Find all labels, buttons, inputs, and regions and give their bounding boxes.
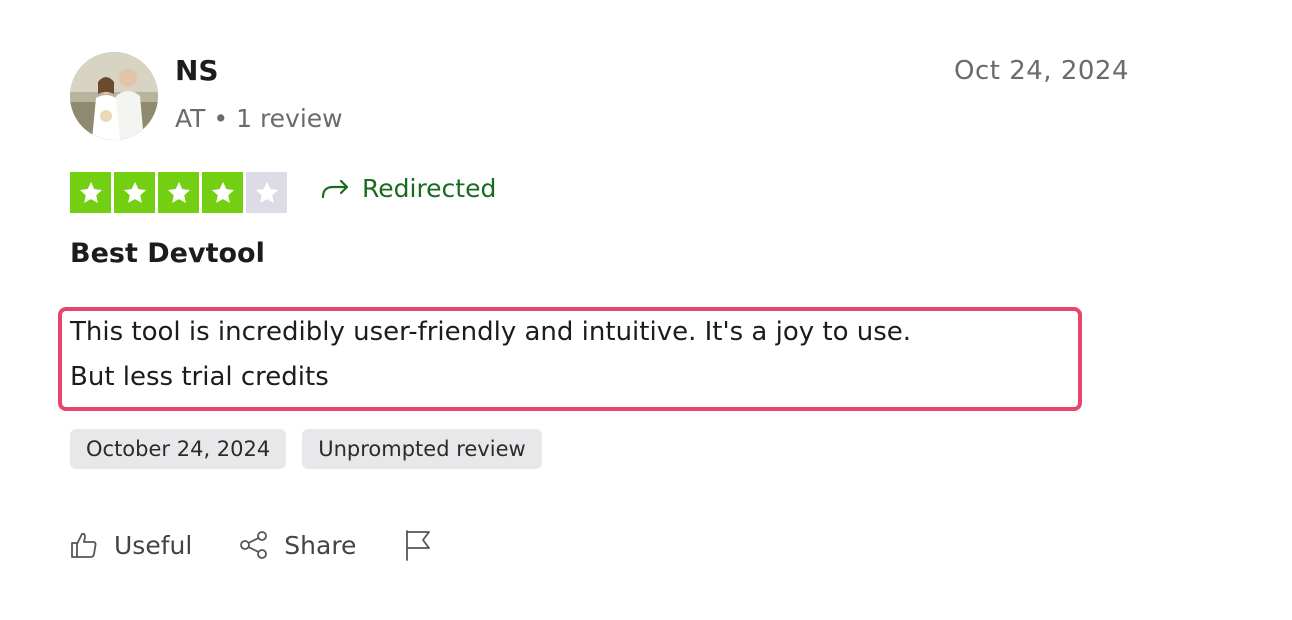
review-date: Oct 24, 2024 bbox=[954, 56, 1129, 86]
redirect-arrow-icon bbox=[321, 179, 349, 198]
share-button[interactable]: Share bbox=[238, 529, 356, 561]
review-title: Best Devtool bbox=[70, 238, 265, 269]
reviewer-name[interactable]: NS bbox=[175, 54, 219, 87]
unprompted-review-tag[interactable]: Unprompted review bbox=[302, 429, 542, 469]
redirected-badge[interactable]: Redirected bbox=[320, 174, 496, 203]
star-icon bbox=[202, 172, 243, 213]
review-body-line: This tool is incredibly user-friendly an… bbox=[70, 317, 912, 347]
star-rating bbox=[70, 172, 287, 213]
review-body-line: But less trial credits bbox=[70, 362, 329, 392]
share-icon bbox=[240, 531, 268, 559]
useful-button[interactable]: Useful bbox=[68, 529, 192, 561]
share-label: Share bbox=[284, 530, 357, 560]
avatar[interactable] bbox=[70, 52, 158, 140]
reviewer-meta: AT • 1 review bbox=[175, 104, 343, 133]
reviewer-review-count: 1 review bbox=[236, 104, 343, 133]
star-empty-icon bbox=[246, 172, 287, 213]
review-tags: October 24, 2024 Unprompted review bbox=[70, 429, 542, 469]
star-icon bbox=[114, 172, 155, 213]
review-actions: Useful Share bbox=[68, 528, 480, 562]
reviewer-country: AT bbox=[175, 104, 206, 133]
useful-label: Useful bbox=[114, 530, 193, 560]
star-icon bbox=[70, 172, 111, 213]
review-body: This tool is incredibly user-friendly an… bbox=[70, 310, 1070, 400]
report-button[interactable] bbox=[402, 528, 434, 562]
thumbs-up-icon bbox=[71, 532, 97, 558]
redirected-label: Redirected bbox=[362, 174, 497, 203]
flag-icon bbox=[406, 530, 431, 561]
date-of-experience-tag: October 24, 2024 bbox=[70, 429, 287, 469]
meta-separator: • bbox=[213, 104, 229, 133]
star-icon bbox=[158, 172, 199, 213]
